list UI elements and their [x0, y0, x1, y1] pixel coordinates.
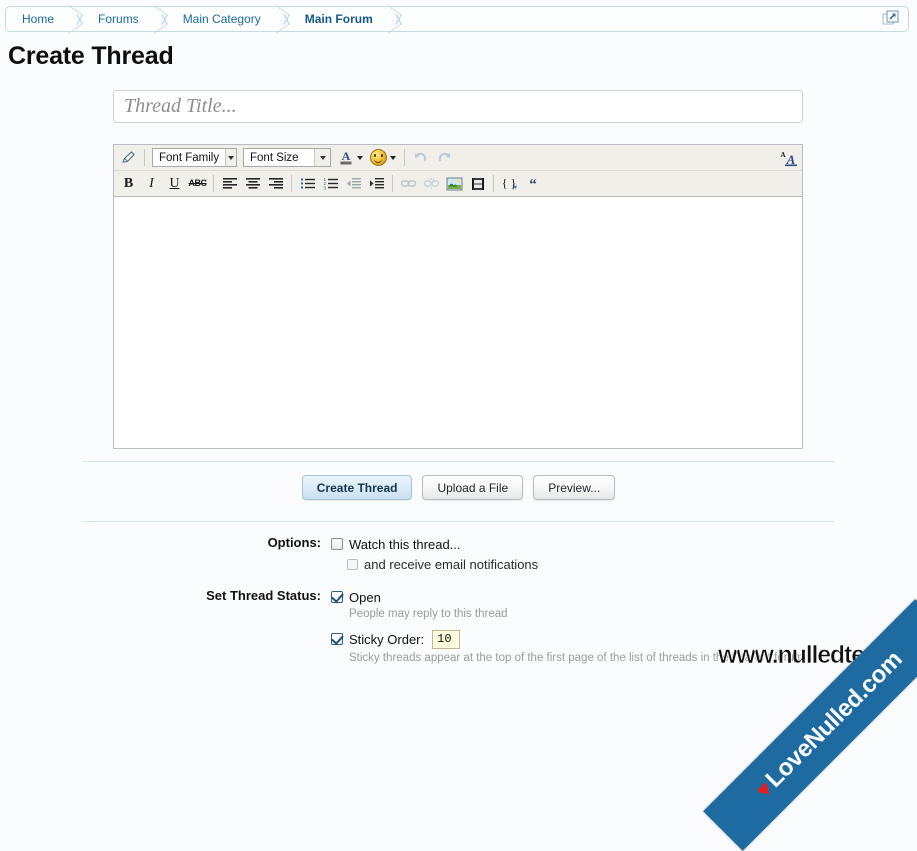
breadcrumb-separator-icon	[149, 6, 169, 32]
bullet-list-icon[interactable]	[296, 173, 319, 195]
insert-media-icon[interactable]	[466, 173, 489, 195]
smiley-dropdown-icon[interactable]	[390, 155, 396, 160]
options-section: Options: Watch this thread... and receiv…	[0, 534, 917, 674]
align-center-icon[interactable]	[241, 173, 264, 195]
options-label: Options:	[267, 535, 321, 550]
breadcrumb-separator-icon	[383, 6, 403, 32]
watch-thread-label: Watch this thread...	[349, 536, 461, 552]
thread-status-body: Open People may reply to this thread Sti…	[331, 587, 917, 671]
create-thread-button[interactable]: Create Thread	[301, 475, 413, 500]
numbered-list-icon[interactable]: 1 2 3	[319, 173, 342, 195]
chevron-down-icon	[225, 149, 236, 166]
open-status-label: Open	[349, 589, 381, 605]
font-family-label: Font Family	[159, 151, 220, 164]
email-notifications-checkbox[interactable]	[347, 558, 358, 570]
redo-icon[interactable]	[432, 147, 455, 169]
page-title: Create Thread	[8, 42, 174, 70]
thread-status-label: Set Thread Status:	[206, 588, 321, 603]
sticky-order-label: Sticky Order:	[349, 631, 425, 647]
open-status-checkbox[interactable]	[331, 591, 343, 603]
italic-icon[interactable]: I	[140, 173, 163, 195]
open-status-row: Open	[331, 587, 917, 607]
heart-icon: ♥	[750, 775, 778, 803]
font-color-icon[interactable]: A	[334, 147, 357, 169]
breadcrumb-item-main-forum[interactable]: Main Forum	[291, 7, 383, 31]
action-button-row: Create Thread Upload a File Preview...	[0, 475, 917, 500]
code-icon[interactable]: { } #	[498, 173, 521, 195]
quote-icon[interactable]: “	[521, 173, 544, 195]
svg-text:“: “	[529, 177, 537, 191]
divider-above-buttons	[83, 461, 835, 462]
options-row: Options: Watch this thread... and receiv…	[0, 534, 917, 574]
smiley-icon[interactable]	[367, 147, 390, 169]
editor-toolbar-row-2: B I U ABC 1 2 3 {} # “	[114, 171, 802, 197]
breadcrumb-separator-icon	[271, 6, 291, 32]
email-notifications-label: and receive email notifications	[364, 556, 539, 572]
email-notifications-row: and receive email notifications	[347, 554, 917, 574]
undo-icon[interactable]	[409, 147, 432, 169]
chevron-down-icon	[314, 149, 330, 166]
svg-text:A: A	[341, 149, 350, 163]
breadcrumb-item-forums[interactable]: Forums	[84, 7, 149, 31]
link-icon[interactable]	[397, 173, 420, 195]
font-size-label: Font Size	[250, 151, 299, 164]
upload-a-file-button[interactable]: Upload a File	[422, 475, 524, 500]
rich-text-editor: Font Family Font Size A A A B I U ABC 1 …	[113, 144, 803, 449]
font-color-dropdown-icon[interactable]	[357, 155, 363, 160]
sticky-order-input[interactable]	[432, 629, 461, 649]
svg-text:#: #	[513, 185, 517, 192]
font-size-select[interactable]: Font Size	[243, 148, 331, 167]
align-right-icon[interactable]	[264, 173, 287, 195]
toolbar-divider	[213, 175, 214, 192]
bold-icon[interactable]: B	[117, 173, 140, 195]
svg-text:3: 3	[323, 185, 326, 190]
strikethrough-icon[interactable]: ABC	[186, 173, 209, 195]
breadcrumb-item-home[interactable]: Home	[6, 7, 64, 31]
indent-icon[interactable]	[365, 173, 388, 195]
editor-content-area[interactable]	[114, 197, 802, 446]
toggle-bbcode-icon[interactable]: A A	[776, 147, 799, 169]
divider-below-buttons	[83, 521, 835, 522]
sticky-order-checkbox[interactable]	[331, 633, 343, 645]
toolbar-divider	[291, 175, 292, 192]
preview-button[interactable]: Preview...	[533, 475, 616, 500]
remove-formatting-icon[interactable]	[117, 147, 140, 169]
font-family-select[interactable]: Font Family	[152, 148, 237, 167]
breadcrumb-separator-icon	[64, 6, 84, 32]
toolbar-divider	[493, 175, 494, 192]
toolbar-divider	[404, 149, 405, 166]
thread-title-input[interactable]	[113, 90, 803, 123]
toolbar-divider	[392, 175, 393, 192]
watch-thread-checkbox[interactable]	[331, 538, 343, 550]
insert-image-icon[interactable]	[443, 173, 466, 195]
svg-text:A: A	[780, 151, 785, 159]
toolbar-divider	[144, 149, 145, 166]
sticky-order-hint: Sticky threads appear at the top of the …	[349, 652, 804, 664]
thread-status-row: Set Thread Status: Open People may reply…	[0, 587, 917, 671]
sticky-order-row: Sticky Order:	[331, 627, 917, 651]
align-left-icon[interactable]	[218, 173, 241, 195]
breadcrumb-item-main-category[interactable]: Main Category	[169, 7, 271, 31]
underline-icon[interactable]: U	[163, 173, 186, 195]
unlink-icon[interactable]	[420, 173, 443, 195]
editor-toolbar-row-1: Font Family Font Size A A A	[114, 145, 802, 171]
breadcrumb: Home Forums Main Category Main Forum	[5, 6, 909, 32]
open-status-hint: People may reply to this thread	[349, 608, 508, 620]
open-in-new-window-icon[interactable]	[880, 9, 902, 29]
options-body: Watch this thread... and receive email n…	[331, 534, 917, 574]
outdent-icon[interactable]	[342, 173, 365, 195]
watch-thread-row: Watch this thread...	[331, 534, 917, 554]
